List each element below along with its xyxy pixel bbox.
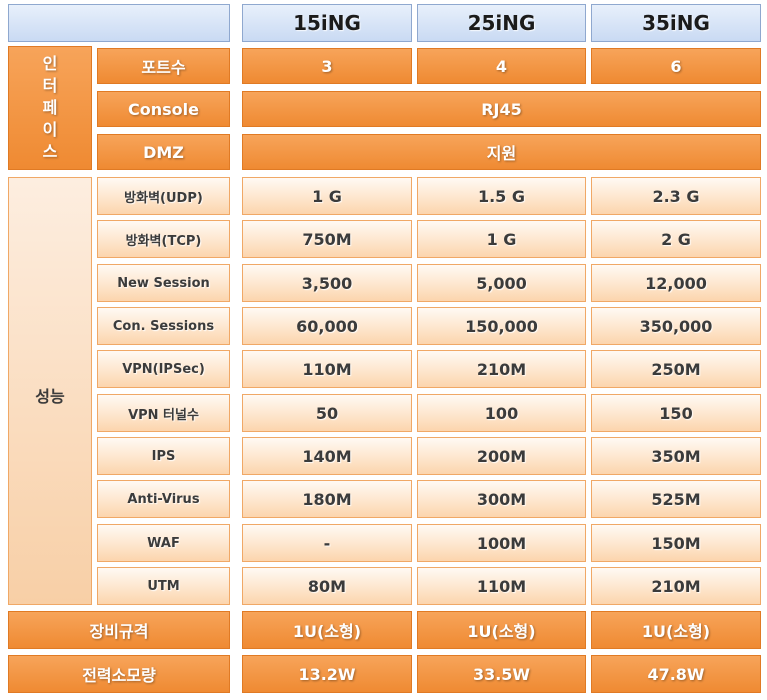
- perf-cell: 350M: [591, 437, 761, 475]
- ports-value-15ing: 3: [242, 48, 412, 84]
- row-label-ips: IPS: [97, 437, 230, 475]
- perf-cell: 12,000: [591, 264, 761, 302]
- spec-value: 1U(소형): [242, 611, 412, 649]
- model-header-25ing: 25iNG: [417, 4, 586, 42]
- model-header-15ing: 15iNG: [242, 4, 412, 42]
- row-label-fw-tcp: 방화벽(TCP): [97, 220, 230, 258]
- power-value: 33.5W: [417, 655, 586, 693]
- perf-cell: 100: [417, 394, 586, 432]
- console-value: RJ45: [242, 91, 761, 127]
- row-label-console: Console: [97, 91, 230, 127]
- dmz-value: 지원: [242, 134, 761, 170]
- row-label-waf: WAF: [97, 524, 230, 562]
- performance-section-label: 성능: [8, 177, 92, 605]
- interface-char: 스: [42, 142, 58, 161]
- row-label-ports: 포트수: [97, 48, 230, 84]
- perf-cell: 350,000: [591, 307, 761, 345]
- header-blank-cell: [8, 4, 230, 42]
- perf-cell: 250M: [591, 350, 761, 388]
- row-label-vpn-tunnels: VPN 터널수: [97, 394, 230, 432]
- row-label-con-sessions: Con. Sessions: [97, 307, 230, 345]
- perf-cell: 200M: [417, 437, 586, 475]
- perf-cell: 110M: [242, 350, 412, 388]
- perf-cell: 110M: [417, 567, 586, 605]
- row-label-anti-virus: Anti-Virus: [97, 480, 230, 518]
- perf-cell: 1 G: [242, 177, 412, 215]
- interface-char: 터: [42, 76, 58, 95]
- perf-cell: 2 G: [591, 220, 761, 258]
- perf-cell: 150M: [591, 524, 761, 562]
- perf-cell: 525M: [591, 480, 761, 518]
- perf-cell: 2.3 G: [591, 177, 761, 215]
- row-label-fw-udp: 방화벽(UDP): [97, 177, 230, 215]
- perf-cell: 300M: [417, 480, 586, 518]
- interface-char: 이: [42, 120, 58, 139]
- perf-cell: 150,000: [417, 307, 586, 345]
- interface-section-label: 인 터 페 이 스: [8, 46, 92, 170]
- row-label-spec: 장비규격: [8, 611, 230, 649]
- perf-cell: 1 G: [417, 220, 586, 258]
- perf-cell: 50: [242, 394, 412, 432]
- model-header-35ing: 35iNG: [591, 4, 761, 42]
- row-label-utm: UTM: [97, 567, 230, 605]
- perf-cell: 140M: [242, 437, 412, 475]
- perf-cell: 60,000: [242, 307, 412, 345]
- spec-value: 1U(소형): [591, 611, 761, 649]
- row-label-new-session: New Session: [97, 264, 230, 302]
- perf-cell: 180M: [242, 480, 412, 518]
- ports-value-25ing: 4: [417, 48, 586, 84]
- interface-char: 페: [42, 98, 58, 117]
- perf-cell: 1.5 G: [417, 177, 586, 215]
- ports-value-35ing: 6: [591, 48, 761, 84]
- perf-cell: 80M: [242, 567, 412, 605]
- perf-cell: 100M: [417, 524, 586, 562]
- perf-cell: 3,500: [242, 264, 412, 302]
- power-value: 47.8W: [591, 655, 761, 693]
- row-label-power: 전력소모량: [8, 655, 230, 693]
- perf-cell: 210M: [417, 350, 586, 388]
- perf-cell: -: [242, 524, 412, 562]
- perf-cell: 210M: [591, 567, 761, 605]
- perf-cell: 5,000: [417, 264, 586, 302]
- spec-value: 1U(소형): [417, 611, 586, 649]
- perf-cell: 750M: [242, 220, 412, 258]
- interface-char: 인: [42, 54, 58, 73]
- perf-cell: 150: [591, 394, 761, 432]
- power-value: 13.2W: [242, 655, 412, 693]
- row-label-dmz: DMZ: [97, 134, 230, 170]
- row-label-vpn-ipsec: VPN(IPSec): [97, 350, 230, 388]
